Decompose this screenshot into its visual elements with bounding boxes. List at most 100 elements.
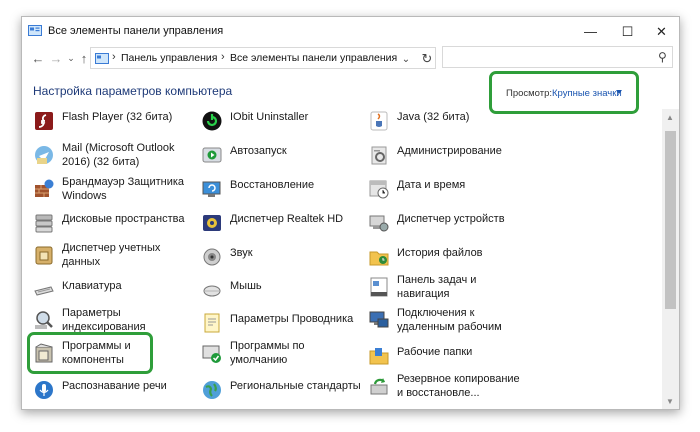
item-label: Звук bbox=[230, 247, 253, 259]
item-label: Автозапуск bbox=[230, 145, 287, 157]
firewall-icon bbox=[35, 179, 54, 197]
chevron-down-icon: ⌄ bbox=[401, 53, 411, 65]
item-region[interactable]: Региональные стандарты bbox=[201, 379, 361, 409]
item-label: Подключения к удаленным рабочим bbox=[397, 307, 502, 333]
item-label: Рабочие папки bbox=[397, 346, 473, 358]
refresh-icon: ↻ bbox=[421, 51, 433, 66]
arrow-left-icon: ← bbox=[31, 50, 45, 66]
default-programs-icon bbox=[202, 345, 221, 363]
item-label: IObit Uninstaller bbox=[230, 111, 309, 123]
breadcrumb-all-items[interactable]: Все элементы панели управления bbox=[230, 52, 397, 64]
file-history-icon bbox=[369, 251, 389, 266]
item-label: Mail (Microsoft Outlook 2016) (32 бита) bbox=[62, 142, 175, 168]
autoplay-icon bbox=[202, 147, 222, 163]
administration-icon bbox=[371, 146, 387, 165]
item-credential-manager[interactable]: Диспетчер учетных данных bbox=[33, 241, 193, 281]
date-time-icon bbox=[369, 180, 389, 199]
page-title: Настройка параметров компьютера bbox=[33, 84, 233, 98]
item-iobit-uninstaller[interactable]: IObit Uninstaller bbox=[201, 110, 361, 142]
item-realtek[interactable]: Диспетчер Realtek HD bbox=[201, 212, 361, 244]
item-label: Администрирование bbox=[397, 145, 502, 157]
remote-desktop-icon bbox=[369, 311, 389, 328]
mail-icon bbox=[35, 146, 53, 164]
item-administration[interactable]: Администрирование bbox=[368, 144, 528, 176]
maximize-icon: ☐ bbox=[621, 23, 634, 39]
address-bar[interactable]: › Панель управления › Все элементы панел… bbox=[90, 47, 436, 69]
back-button[interactable]: ← bbox=[29, 49, 47, 67]
explorer-options-icon bbox=[204, 313, 220, 333]
flash-player-icon bbox=[35, 112, 53, 130]
chevron-right-icon: › bbox=[112, 51, 116, 63]
maximize-button[interactable]: ☐ bbox=[610, 17, 645, 46]
item-mouse[interactable]: Мышь bbox=[201, 279, 361, 311]
item-label: Дата и время bbox=[397, 179, 466, 191]
item-label: Резервное копирование и восстановле... bbox=[397, 373, 520, 399]
item-firewall[interactable]: Брандмауэр Защитника Windows bbox=[33, 175, 193, 215]
control-panel-icon bbox=[28, 25, 42, 36]
recovery-icon bbox=[202, 181, 221, 197]
device-manager-icon bbox=[369, 215, 389, 232]
item-label: Панель задач и навигация bbox=[397, 274, 477, 300]
refresh-button[interactable]: ↻ bbox=[417, 48, 437, 70]
scroll-down-icon[interactable]: ▼ bbox=[666, 397, 674, 406]
item-default-programs[interactable]: Программы по умолчанию bbox=[201, 339, 361, 379]
mouse-icon bbox=[203, 285, 221, 297]
region-icon bbox=[203, 381, 221, 399]
item-java[interactable]: Java (32 бита) bbox=[368, 110, 528, 142]
item-label: Мышь bbox=[230, 280, 262, 292]
backup-icon bbox=[370, 378, 388, 395]
close-icon: ✕ bbox=[656, 23, 667, 39]
minimize-button[interactable]: — bbox=[573, 17, 608, 46]
item-recovery[interactable]: Восстановление bbox=[201, 178, 361, 210]
credential-manager-icon bbox=[35, 246, 53, 265]
item-label: Программы по умолчанию bbox=[230, 340, 305, 366]
item-label: Параметры индексирования bbox=[62, 307, 146, 333]
highlight-frame-programs bbox=[27, 332, 153, 374]
arrow-right-icon: → bbox=[49, 50, 63, 66]
keyboard-icon bbox=[34, 286, 54, 296]
sound-icon bbox=[203, 248, 221, 266]
title-bar[interactable]: Все элементы панели управления — ☐ ✕ bbox=[22, 17, 679, 46]
item-label: Java (32 бита) bbox=[397, 111, 470, 123]
search-input[interactable] bbox=[442, 46, 673, 68]
work-folders-icon bbox=[369, 348, 389, 365]
speech-recognition-icon bbox=[35, 381, 53, 399]
search-icon[interactable]: ⚲ bbox=[658, 50, 667, 64]
highlight-frame-view bbox=[489, 71, 639, 114]
scrollbar-thumb[interactable] bbox=[665, 131, 676, 309]
item-label: Региональные стандарты bbox=[230, 380, 361, 392]
window-title: Все элементы панели управления bbox=[48, 25, 224, 37]
item-autoplay[interactable]: Автозапуск bbox=[201, 144, 361, 176]
address-dropdown-button[interactable]: ⌄ bbox=[397, 49, 415, 69]
chevron-right-icon: › bbox=[221, 51, 225, 63]
item-speech-recognition[interactable]: Распознавание речи bbox=[33, 379, 193, 409]
control-panel-window: Все элементы панели управления — ☐ ✕ ← →… bbox=[21, 16, 680, 410]
item-sound[interactable]: Звук bbox=[201, 246, 361, 278]
item-label: Распознавание речи bbox=[62, 380, 167, 392]
item-label: Диспетчер устройств bbox=[397, 213, 505, 225]
item-label: Диспетчер учетных данных bbox=[62, 242, 161, 268]
item-label: Параметры Проводника bbox=[230, 313, 354, 325]
realtek-icon bbox=[203, 215, 221, 231]
indexing-icon bbox=[35, 311, 53, 329]
item-label: История файлов bbox=[397, 247, 483, 259]
iobit-uninstaller-icon bbox=[202, 111, 222, 131]
item-device-manager[interactable]: Диспетчер устройств bbox=[368, 212, 528, 244]
item-label: Диспетчер Realtek HD bbox=[230, 213, 344, 225]
item-label: Брандмауэр Защитника Windows bbox=[62, 176, 185, 202]
breadcrumb-control-panel[interactable]: Панель управления bbox=[121, 52, 217, 64]
taskbar-icon bbox=[370, 277, 388, 297]
item-backup[interactable]: Резервное копирование и восстановле... bbox=[368, 372, 528, 409]
scroll-up-icon[interactable]: ▲ bbox=[666, 113, 674, 122]
item-remote-desktop[interactable]: Подключения к удаленным рабочим bbox=[368, 306, 528, 346]
item-label: Дисковые пространства bbox=[62, 213, 185, 225]
arrow-up-icon: ↑ bbox=[80, 50, 88, 66]
java-icon bbox=[370, 111, 388, 131]
close-button[interactable]: ✕ bbox=[644, 17, 679, 46]
item-flash-player[interactable]: Flash Player (32 бита) bbox=[33, 110, 193, 142]
control-panel-icon bbox=[95, 53, 109, 64]
item-date-time[interactable]: Дата и время bbox=[368, 178, 528, 210]
item-storage-spaces[interactable]: Дисковые пространства bbox=[33, 212, 193, 244]
storage-spaces-icon bbox=[35, 214, 53, 233]
item-label: Клавиатура bbox=[62, 280, 122, 292]
